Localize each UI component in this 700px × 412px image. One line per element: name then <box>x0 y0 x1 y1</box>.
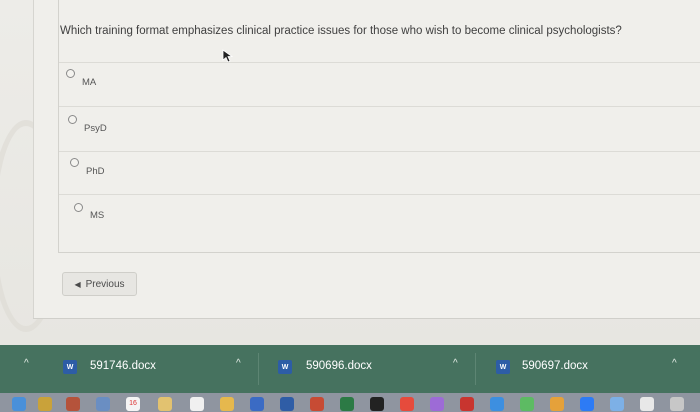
dock: 16 <box>0 393 700 412</box>
radio-ms[interactable] <box>74 203 83 212</box>
trash-icon[interactable] <box>670 397 684 411</box>
podcasts-icon[interactable] <box>430 397 444 411</box>
preferences-icon[interactable] <box>610 397 624 411</box>
option-label-ms[interactable]: MS <box>90 210 104 221</box>
mail-icon[interactable] <box>96 397 110 411</box>
card-bottom-border <box>33 318 700 319</box>
chrome-icon[interactable] <box>640 397 654 411</box>
tv-icon[interactable] <box>370 397 384 411</box>
download-separator <box>258 353 259 385</box>
option-divider <box>59 62 700 63</box>
download-item-name[interactable]: 590696.docx <box>306 360 372 372</box>
option-label-psyd[interactable]: PsyD <box>84 123 107 134</box>
pages-icon[interactable] <box>550 397 564 411</box>
option-divider <box>59 194 700 195</box>
launchpad-icon[interactable] <box>38 397 52 411</box>
download-separator <box>475 353 476 385</box>
zoom-icon[interactable] <box>580 397 594 411</box>
chevron-up-icon[interactable]: ^ <box>672 358 677 369</box>
word-doc-icon: W <box>496 360 510 374</box>
stickies-icon[interactable] <box>220 397 234 411</box>
option-divider <box>59 106 700 107</box>
reminders-icon[interactable] <box>190 397 204 411</box>
finder-icon[interactable] <box>12 397 26 411</box>
powerpoint-icon[interactable] <box>310 397 324 411</box>
word-doc-icon: W <box>278 360 292 374</box>
question-text: Which training format emphasizes clinica… <box>60 25 622 37</box>
option-label-phd[interactable]: PhD <box>86 166 104 177</box>
word-doc-icon: W <box>63 360 77 374</box>
photos-icon[interactable] <box>66 397 80 411</box>
radio-phd[interactable] <box>70 158 79 167</box>
radio-psyd[interactable] <box>68 115 77 124</box>
music-icon[interactable] <box>400 397 414 411</box>
news-icon[interactable] <box>460 397 474 411</box>
word-icon[interactable] <box>280 397 294 411</box>
downloads-bar: ^ W 591746.docx ^ W 590696.docx ^ W 5906… <box>0 345 700 393</box>
previous-button[interactable]: ◀ Previous <box>62 272 137 296</box>
numbers-icon[interactable] <box>520 397 534 411</box>
download-item-name[interactable]: 591746.docx <box>90 360 156 372</box>
chevron-up-icon[interactable]: ^ <box>453 358 458 369</box>
option-divider <box>59 151 700 152</box>
download-item-name[interactable]: 590697.docx <box>522 360 588 372</box>
notes-icon[interactable] <box>158 397 172 411</box>
previous-button-label: Previous <box>85 278 125 290</box>
mouse-cursor-icon <box>222 49 234 63</box>
chevron-up-icon[interactable]: ^ <box>24 358 29 369</box>
excel-icon[interactable] <box>340 397 354 411</box>
option-label-ma[interactable]: MA <box>82 77 96 88</box>
question-container <box>58 0 700 253</box>
app-store-icon[interactable] <box>490 397 504 411</box>
radio-ma[interactable] <box>66 69 75 78</box>
chevron-up-icon[interactable]: ^ <box>236 358 241 369</box>
app-icon[interactable] <box>250 397 264 411</box>
calendar-icon[interactable]: 16 <box>126 397 140 411</box>
chevron-left-icon: ◀ <box>74 279 81 289</box>
